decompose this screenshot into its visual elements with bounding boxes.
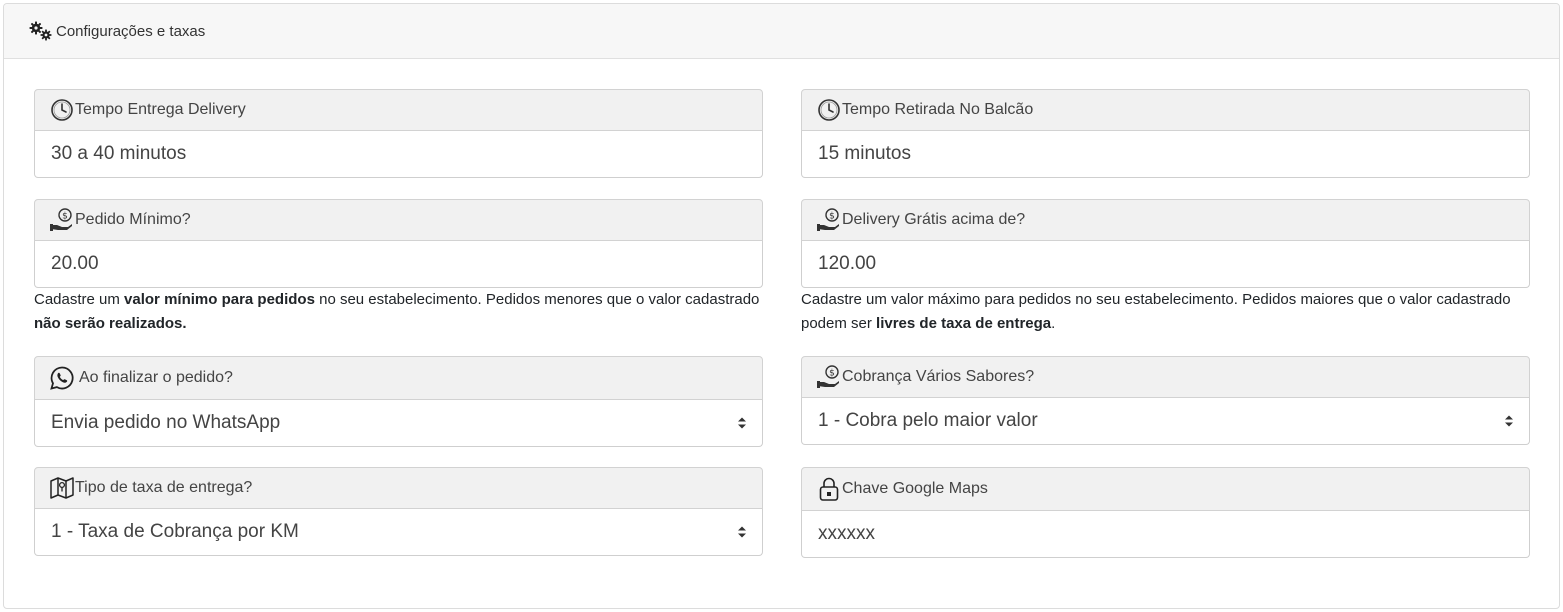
- pedido-minimo-help: Cadastre um valor mínimo para pedidos no…: [34, 288, 763, 336]
- tipo-taxa-selected: 1 - Taxa de Cobrança por KM: [51, 521, 299, 542]
- chave-maps-input[interactable]: xxxxxx: [801, 511, 1530, 558]
- tipo-taxa-group: Tipo de taxa de entrega? 1 - Taxa de Cob…: [34, 467, 763, 556]
- select-arrows-icon: [736, 524, 748, 540]
- cobranca-sabores-group: $ Cobrança Vários Sabores? 1 - Cobra pel…: [801, 356, 1530, 445]
- finalizar-pedido-label-box: Ao finalizar o pedido?: [34, 356, 763, 400]
- delivery-gratis-input[interactable]: 120.00: [801, 241, 1530, 288]
- help-text: Cadastre um: [34, 291, 125, 308]
- tipo-taxa-select[interactable]: 1 - Taxa de Cobrança por KM: [34, 509, 763, 556]
- help-text: .: [1051, 315, 1056, 332]
- cobranca-sabores-select[interactable]: 1 - Cobra pelo maior valor: [801, 398, 1530, 445]
- tempo-retirada-label: Tempo Retirada No Balcão: [842, 101, 1034, 118]
- help-bold-text: livres de taxa de entrega: [876, 315, 1052, 332]
- tipo-taxa-label: Tipo de taxa de entrega?: [75, 479, 253, 496]
- delivery-gratis-label-box: $ Delivery Grátis acima de?: [801, 199, 1530, 241]
- tempo-entrega-input[interactable]: 30 a 40 minutos: [34, 131, 763, 178]
- help-bold-text: não serão realizados.: [34, 315, 187, 332]
- clock-icon: [816, 97, 842, 123]
- gears-icon: [28, 20, 54, 42]
- chave-maps-label: Chave Google Maps: [842, 480, 988, 497]
- money-hand-icon: $: [816, 364, 842, 390]
- pedido-minimo-group: $ Pedido Mínimo? 20.00: [34, 199, 763, 288]
- tempo-entrega-group: Tempo Entrega Delivery 30 a 40 minutos: [34, 89, 763, 178]
- money-hand-icon: $: [816, 207, 842, 233]
- tipo-taxa-label-box: Tipo de taxa de entrega?: [34, 467, 763, 509]
- finalizar-pedido-select[interactable]: Envia pedido no WhatsApp: [34, 400, 763, 447]
- pedido-minimo-input[interactable]: 20.00: [34, 241, 763, 288]
- chave-maps-group: Chave Google Maps xxxxxx: [801, 467, 1530, 558]
- tempo-retirada-group: Tempo Retirada No Balcão 15 minutos: [801, 89, 1530, 178]
- select-arrows-icon: [736, 415, 748, 431]
- whatsapp-icon: [49, 365, 75, 391]
- delivery-gratis-group: $ Delivery Grátis acima de? 120.00: [801, 199, 1530, 288]
- tempo-entrega-label: Tempo Entrega Delivery: [75, 101, 246, 118]
- card-header: Configurações e taxas: [4, 4, 1559, 59]
- cobranca-sabores-label-box: $ Cobrança Vários Sabores?: [801, 356, 1530, 398]
- help-text: no seu estabelecimento. Pedidos menores …: [314, 291, 760, 308]
- map-icon: [49, 475, 75, 501]
- pedido-minimo-label: Pedido Mínimo?: [75, 211, 191, 228]
- finalizar-pedido-group: Ao finalizar o pedido? Envia pedido no W…: [34, 356, 763, 447]
- finalizar-pedido-selected: Envia pedido no WhatsApp: [51, 412, 281, 433]
- clock-icon: [49, 97, 75, 123]
- help-bold-text: valor mínimo para pedidos: [124, 291, 315, 308]
- tempo-retirada-input[interactable]: 15 minutos: [801, 131, 1530, 178]
- select-arrows-icon: [1503, 413, 1515, 429]
- cobranca-sabores-selected: 1 - Cobra pelo maior valor: [818, 410, 1038, 431]
- tempo-retirada-label-box: Tempo Retirada No Balcão: [801, 89, 1530, 131]
- tempo-entrega-label-box: Tempo Entrega Delivery: [34, 89, 763, 131]
- chave-maps-label-box: Chave Google Maps: [801, 467, 1530, 511]
- svg-text:$: $: [829, 369, 835, 379]
- finalizar-pedido-label: Ao finalizar o pedido?: [79, 369, 233, 386]
- lock-icon: [816, 476, 842, 502]
- cobranca-sabores-label: Cobrança Vários Sabores?: [842, 368, 1035, 385]
- delivery-gratis-help: Cadastre um valor máximo para pedidos no…: [801, 288, 1530, 336]
- pedido-minimo-label-box: $ Pedido Mínimo?: [34, 199, 763, 241]
- svg-text:$: $: [829, 212, 835, 222]
- money-hand-icon: $: [49, 207, 75, 233]
- svg-text:$: $: [62, 212, 68, 222]
- card-title: Configurações e taxas: [56, 22, 206, 40]
- delivery-gratis-label: Delivery Grátis acima de?: [842, 211, 1026, 228]
